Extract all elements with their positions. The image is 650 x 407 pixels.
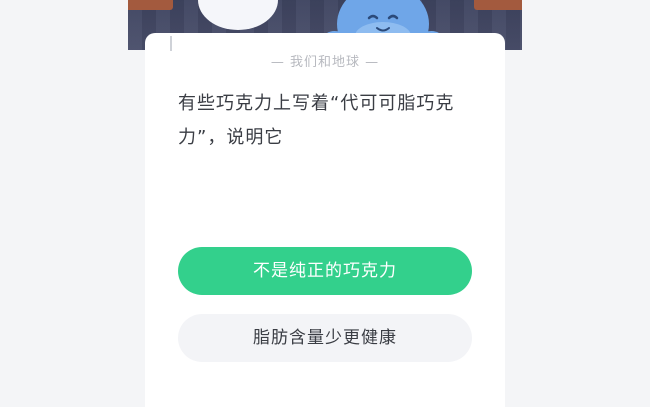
question-text: 有些巧克力上写着“代可可脂巧克力”，说明它 xyxy=(178,93,455,148)
category-label: — 我们和地球 — xyxy=(270,55,380,70)
question-card: — 我们和地球 — 有些巧克力上写着“代可可脂巧克力”，说明它 不是纯正的巧克力… xyxy=(145,33,505,407)
book-illustration-right xyxy=(474,0,522,10)
card-divider-mark xyxy=(170,36,172,51)
quiz-screen: — 我们和地球 — 有些巧克力上写着“代可可脂巧克力”，说明它 不是纯正的巧克力… xyxy=(0,0,650,407)
answer-option-2[interactable]: 脂肪含量少更健康 xyxy=(178,314,472,362)
answer-option-1[interactable]: 不是纯正的巧克力 xyxy=(178,247,472,295)
book-illustration-left xyxy=(128,0,173,10)
